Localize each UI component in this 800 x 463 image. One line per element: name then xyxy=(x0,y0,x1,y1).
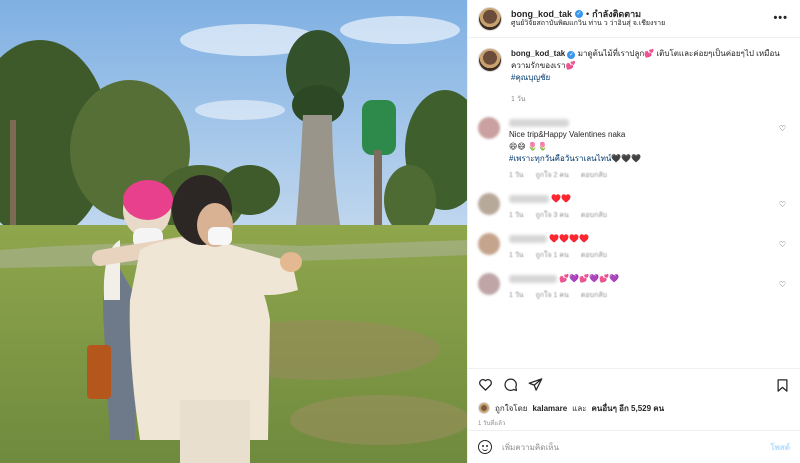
comment-time: 1 วัน xyxy=(509,252,524,259)
commenter-avatar[interactable] xyxy=(478,193,500,215)
commenter-avatar[interactable] xyxy=(478,233,500,255)
post-header: bong_kod_tak ✓ • กำลังติดตาม ศูนย์วิจัยส… xyxy=(468,0,800,38)
verified-badge-icon: ✓ xyxy=(575,10,584,19)
reply-button[interactable]: ตอบกลับ xyxy=(581,290,607,301)
commenter-username[interactable] xyxy=(509,274,557,283)
caption-username[interactable]: bong_kod_tak xyxy=(511,49,565,58)
send-icon[interactable] xyxy=(528,377,543,392)
author-username[interactable]: bong_kod_tak xyxy=(511,9,572,19)
comment-item: Nice trip&Happy Valentines naka 😄😄 🌷🌷 #เ… xyxy=(478,117,790,181)
reply-button[interactable]: ตอบกลับ xyxy=(581,210,607,221)
post-comment-button[interactable]: โพสต์ xyxy=(770,441,790,454)
comment-text: ♥️♥️ xyxy=(551,194,572,203)
add-comment-bar: เพิ่มความคิดเห็น โพสต์ xyxy=(468,430,800,463)
likes-others[interactable]: คนอื่นๆ อีก 5,529 คน xyxy=(592,402,665,415)
verified-badge-icon: ✓ xyxy=(567,51,576,59)
comment-time: 1 วัน xyxy=(509,212,524,219)
comment-likes[interactable]: ถูกใจ 2 คน xyxy=(536,170,569,181)
comment-input[interactable]: เพิ่มความคิดเห็น xyxy=(502,441,760,454)
comment-item: ♥️♥️♥️♥️ 1 วัน ถูกใจ 1 คน ตอบกลับ ♡ xyxy=(478,233,790,261)
commenter-avatar[interactable] xyxy=(478,117,500,139)
comment-like-heart-icon[interactable]: ♡ xyxy=(779,240,786,249)
comment-hashtag[interactable]: #เพราะทุกวันคือวันราเลนไทน์🖤🖤🖤 xyxy=(509,154,641,163)
action-bar xyxy=(468,368,800,400)
caption-author-avatar[interactable] xyxy=(478,48,502,72)
comment-like-heart-icon[interactable]: ♡ xyxy=(779,124,786,133)
photo-illustration xyxy=(0,0,467,463)
comment-text: Nice trip&Happy Valentines naka xyxy=(509,130,626,139)
comment-time: 1 วัน xyxy=(509,292,524,299)
author-avatar[interactable] xyxy=(478,6,502,31)
post-photo[interactable] xyxy=(0,0,467,463)
caption-hashtag[interactable]: #คุณบุญชัย xyxy=(511,73,550,82)
commenter-avatar[interactable] xyxy=(478,273,500,295)
comment-item: 💕💜💕💜💕💜 1 วัน ถูกใจ 1 คน ตอบกลับ ♡ xyxy=(478,273,790,301)
caption-time: 1 วัน xyxy=(511,96,526,103)
comment-like-heart-icon[interactable]: ♡ xyxy=(779,200,786,209)
emoji-icon[interactable] xyxy=(478,440,492,454)
likes-summary: ถูกใจโดย kalamare และ คนอื่นๆ อีก 5,529 … xyxy=(468,400,800,416)
heart-outline-icon[interactable] xyxy=(478,377,493,392)
comment-likes[interactable]: ถูกใจ 1 คน xyxy=(536,250,569,261)
post-location[interactable]: ศูนย์วิจัยสถาบันพิฒแกวิน ท่าน ว ว่าอินสุ… xyxy=(511,20,665,28)
comment-likes[interactable]: ถูกใจ 3 คน xyxy=(536,210,569,221)
commenter-username[interactable] xyxy=(509,118,569,127)
post-timestamp[interactable]: 1 วันที่แล้ว xyxy=(468,416,800,430)
separator-dot: • xyxy=(586,9,590,20)
commenter-username[interactable] xyxy=(509,234,547,243)
comment-likes[interactable]: ถูกใจ 1 คน xyxy=(536,290,569,301)
following-button[interactable]: กำลังติดตาม xyxy=(592,9,641,19)
reply-button[interactable]: ตอบกลับ xyxy=(581,170,607,181)
reply-button[interactable]: ตอบกลับ xyxy=(581,250,607,261)
comment-text: 💕💜💕💜💕💜 xyxy=(559,274,619,283)
post-details-panel: bong_kod_tak ✓ • กำลังติดตาม ศูนย์วิจัยส… xyxy=(467,0,800,463)
likes-prefix: ถูกใจโดย xyxy=(495,403,528,413)
comment-like-heart-icon[interactable]: ♡ xyxy=(779,280,786,289)
bookmark-icon[interactable] xyxy=(775,378,790,393)
comment-icon[interactable] xyxy=(503,377,518,392)
liker-username[interactable]: kalamare xyxy=(532,404,567,413)
likes-middle: และ xyxy=(572,403,587,413)
comment-text: ♥️♥️♥️♥️ xyxy=(549,234,590,243)
more-options-icon[interactable]: ••• xyxy=(773,12,788,24)
liker-avatar[interactable] xyxy=(478,402,490,414)
commenter-username[interactable] xyxy=(509,194,549,203)
comments-list[interactable]: bong_kod_tak ✓ มาดูต้นไม้ที่เราปลูก💕 เติ… xyxy=(468,38,800,368)
comment-item: ♥️♥️ 1 วัน ถูกใจ 3 คน ตอบกลับ ♡ xyxy=(478,193,790,221)
post-caption: bong_kod_tak ✓ มาดูต้นไม้ที่เราปลูก💕 เติ… xyxy=(478,48,790,105)
comment-emoji: 😄😄 🌷🌷 xyxy=(509,142,548,151)
comment-time: 1 วัน xyxy=(509,172,524,179)
